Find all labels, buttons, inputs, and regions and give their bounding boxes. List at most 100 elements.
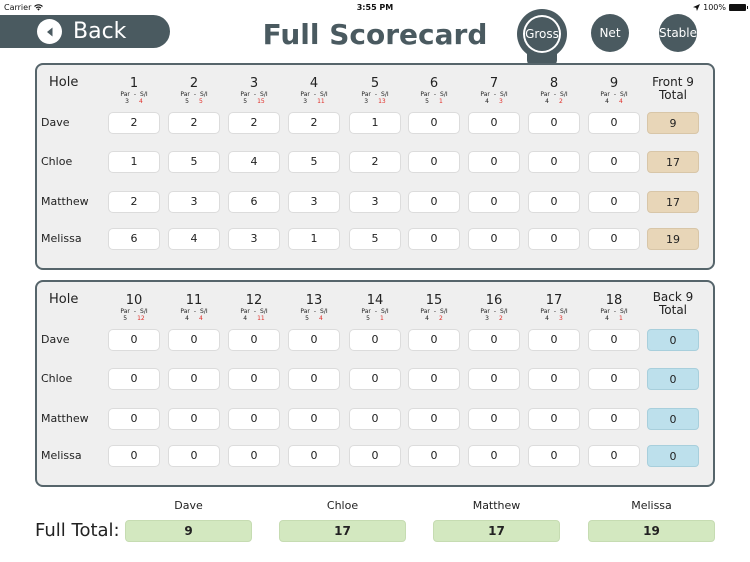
player-name: Chloe (41, 372, 73, 385)
score-input[interactable]: 0 (168, 368, 220, 390)
score-input[interactable]: 0 (468, 112, 520, 134)
hole-number: 6 (429, 76, 439, 91)
score-input[interactable]: 3 (349, 191, 401, 213)
score-input[interactable]: 0 (228, 329, 280, 351)
score-input[interactable]: 0 (408, 368, 460, 390)
score-input[interactable]: 5 (288, 151, 340, 173)
score-input[interactable]: 2 (108, 112, 160, 134)
dash: - (253, 91, 257, 98)
score-input[interactable]: 3 (228, 228, 280, 250)
score-input[interactable]: 0 (468, 445, 520, 467)
par-value: 3 (125, 98, 129, 105)
dash: - (193, 91, 197, 98)
score-input[interactable]: 2 (349, 151, 401, 173)
score-input[interactable]: 6 (228, 191, 280, 213)
par-si-labels: Par - S/I (349, 308, 401, 315)
score-input[interactable]: 0 (588, 368, 640, 390)
score-input[interactable]: 2 (228, 112, 280, 134)
score-input[interactable]: 0 (468, 191, 520, 213)
score-input[interactable]: 0 (408, 191, 460, 213)
hole-column-header: 7 Par - S/I 4 3 (468, 76, 520, 105)
par-label: Par (120, 91, 130, 98)
hole-column-header: 13 Par - S/I 5 4 (288, 293, 340, 322)
score-input[interactable]: 0 (408, 112, 460, 134)
score-input[interactable]: 0 (349, 368, 401, 390)
score-input[interactable]: 0 (468, 408, 520, 430)
score-input[interactable]: 0 (408, 408, 460, 430)
score-input[interactable]: 0 (349, 329, 401, 351)
score-input[interactable]: 0 (168, 408, 220, 430)
score-input[interactable]: 0 (108, 329, 160, 351)
score-input[interactable]: 0 (528, 151, 580, 173)
score-input[interactable]: 0 (528, 368, 580, 390)
score-input[interactable]: 0 (468, 329, 520, 351)
front-total-header-line2: Total (658, 88, 688, 102)
score-input[interactable]: 5 (168, 151, 220, 173)
score-input[interactable]: 0 (288, 408, 340, 430)
score-input[interactable]: 4 (228, 151, 280, 173)
score-input[interactable]: 0 (588, 228, 640, 250)
dash: - (493, 91, 497, 98)
score-input[interactable]: 0 (528, 191, 580, 213)
score-input[interactable]: 0 (528, 228, 580, 250)
dash: - (553, 308, 557, 315)
si-label: S/I (260, 308, 268, 315)
score-input[interactable]: 0 (288, 368, 340, 390)
par-value: 4 (425, 315, 429, 322)
score-input[interactable]: 5 (349, 228, 401, 250)
score-input[interactable]: 0 (108, 445, 160, 467)
score-input[interactable]: 0 (349, 408, 401, 430)
score-input[interactable]: 0 (468, 368, 520, 390)
score-input[interactable]: 0 (528, 408, 580, 430)
score-input[interactable]: 0 (228, 445, 280, 467)
score-input[interactable]: 0 (349, 445, 401, 467)
score-input[interactable]: 1 (349, 112, 401, 134)
par-label: Par (420, 91, 430, 98)
si-value: 5 (199, 98, 203, 105)
score-input[interactable]: 0 (468, 151, 520, 173)
score-input[interactable]: 3 (168, 191, 220, 213)
dash: - (433, 91, 437, 98)
full-total-value: 17 (279, 520, 406, 542)
score-input[interactable]: 0 (588, 112, 640, 134)
score-input[interactable]: 0 (528, 329, 580, 351)
mode-gross-button[interactable]: Gross (523, 15, 561, 53)
score-input[interactable]: 0 (528, 112, 580, 134)
par-si-labels: Par - S/I (228, 91, 280, 98)
score-input[interactable]: 2 (108, 191, 160, 213)
score-input[interactable]: 0 (108, 408, 160, 430)
mode-net-button[interactable]: Net (591, 14, 629, 52)
score-input[interactable]: 0 (228, 368, 280, 390)
score-input[interactable]: 0 (468, 228, 520, 250)
par-si-labels: Par - S/I (288, 308, 340, 315)
score-input[interactable]: 0 (108, 368, 160, 390)
score-input[interactable]: 0 (408, 228, 460, 250)
score-input[interactable]: 6 (108, 228, 160, 250)
hole-column-header: 11 Par - S/I 4 4 (168, 293, 220, 322)
score-input[interactable]: 2 (288, 112, 340, 134)
hole-number: 3 (249, 76, 259, 91)
score-input[interactable]: 0 (168, 445, 220, 467)
front-total-header: Front 9 Total (643, 76, 703, 102)
score-input[interactable]: 2 (168, 112, 220, 134)
mode-stable-button[interactable]: Stable (659, 14, 697, 52)
score-input[interactable]: 0 (228, 408, 280, 430)
score-input[interactable]: 0 (588, 408, 640, 430)
score-input[interactable]: 1 (288, 228, 340, 250)
par-value: 4 (185, 315, 189, 322)
score-input[interactable]: 0 (168, 329, 220, 351)
score-input[interactable]: 0 (528, 445, 580, 467)
score-input[interactable]: 0 (588, 445, 640, 467)
si-label: S/I (620, 308, 628, 315)
score-input[interactable]: 0 (588, 151, 640, 173)
score-input[interactable]: 0 (408, 445, 460, 467)
score-input[interactable]: 3 (288, 191, 340, 213)
score-input[interactable]: 1 (108, 151, 160, 173)
score-input[interactable]: 0 (408, 151, 460, 173)
score-input[interactable]: 4 (168, 228, 220, 250)
score-input[interactable]: 0 (588, 329, 640, 351)
score-input[interactable]: 0 (408, 329, 460, 351)
score-input[interactable]: 0 (288, 329, 340, 351)
score-input[interactable]: 0 (288, 445, 340, 467)
score-input[interactable]: 0 (588, 191, 640, 213)
